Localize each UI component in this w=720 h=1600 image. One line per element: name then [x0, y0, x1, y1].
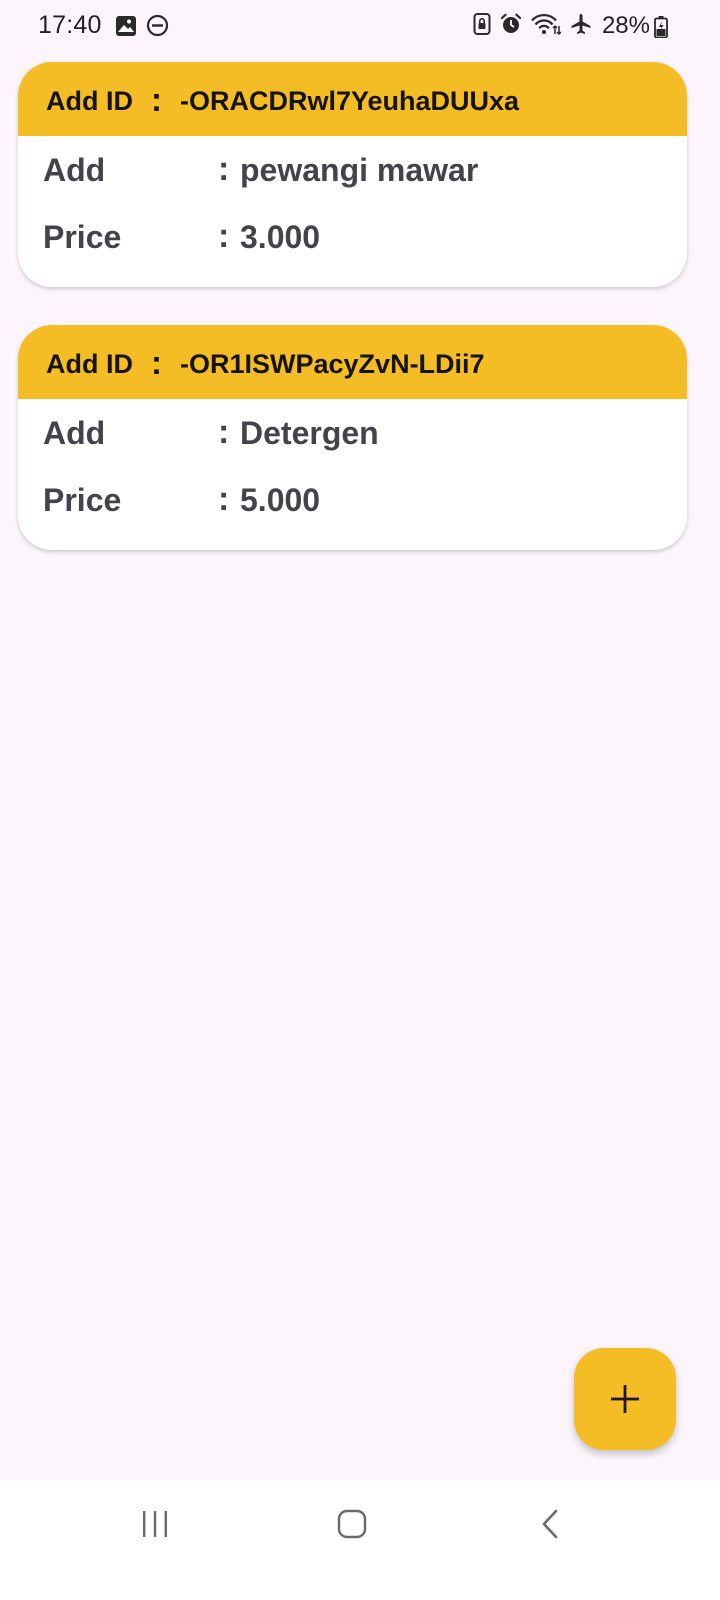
airplane-icon: [570, 13, 592, 35]
add-colon: :: [218, 413, 230, 451]
card-header: Add ID : -OR1ISWPacyZvN-LDii7: [18, 325, 687, 399]
item-card[interactable]: Add ID : -OR1ISWPacyZvN-LDii7 Add : Dete…: [18, 325, 687, 550]
image-icon: [115, 15, 137, 37]
back-button[interactable]: [505, 1502, 595, 1546]
battery-icon: [654, 16, 668, 38]
price-label: Price: [43, 482, 122, 518]
back-icon: [540, 1509, 560, 1539]
add-label: Add: [43, 415, 106, 451]
do-not-disturb-icon: [146, 14, 169, 37]
price-colon: :: [218, 217, 230, 255]
add-colon: :: [218, 150, 230, 188]
price-value: 3.000: [240, 219, 321, 255]
plus-icon: [610, 1384, 640, 1414]
battery-percent: 28%: [601, 12, 650, 39]
home-icon: [337, 1509, 367, 1539]
alarm-icon: [500, 13, 522, 35]
add-label: Add: [43, 152, 106, 188]
recents-button[interactable]: [110, 1502, 200, 1546]
price-label: Price: [43, 219, 122, 255]
status-right-icons: [473, 13, 592, 35]
status-time: 17:40: [38, 11, 102, 39]
wifi-icon: [531, 13, 561, 35]
add-value: Detergen: [240, 415, 379, 451]
add-value: pewangi mawar: [240, 152, 479, 188]
id-value: -OR1ISWPacyZvN-LDii7: [180, 349, 485, 379]
id-label: Add ID: [46, 86, 133, 116]
item-card[interactable]: Add ID : -ORACDRwl7YeuhaDUUxa Add : pewa…: [18, 62, 687, 287]
id-value: -ORACDRwl7YeuhaDUUxa: [180, 86, 520, 116]
home-button[interactable]: [307, 1502, 397, 1546]
status-bar: 17:40 28%: [0, 0, 720, 52]
id-colon: :: [151, 81, 162, 118]
system-nav-bar: [0, 1480, 720, 1600]
card-header: Add ID : -ORACDRwl7YeuhaDUUxa: [18, 62, 687, 136]
id-label: Add ID: [46, 349, 133, 379]
recents-icon: [141, 1510, 169, 1538]
price-colon: :: [218, 480, 230, 518]
price-value: 5.000: [240, 482, 321, 518]
status-left-icons: [115, 14, 169, 37]
id-colon: :: [151, 344, 162, 381]
lock-icon: [473, 13, 491, 35]
add-item-button[interactable]: [574, 1348, 676, 1450]
